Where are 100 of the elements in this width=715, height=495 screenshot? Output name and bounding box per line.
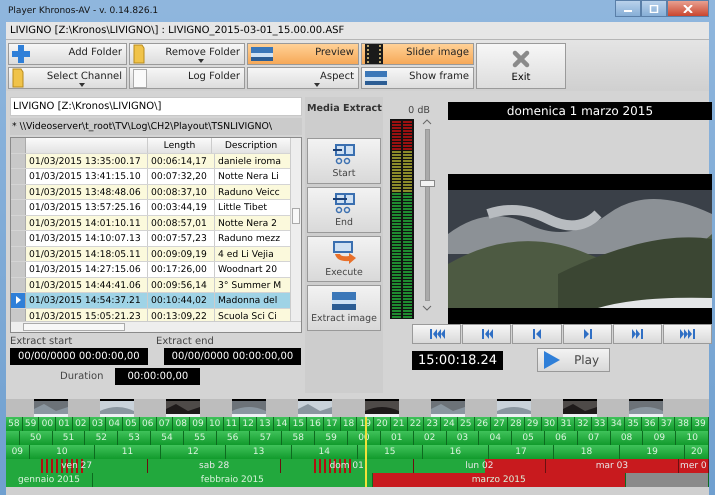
timeline-cell[interactable]: 22 <box>408 417 424 431</box>
timeline-cell[interactable]: 28 <box>508 417 525 431</box>
timeline-cell[interactable]: 54 <box>151 431 184 445</box>
table-row[interactable]: 01/03/2015 13:57:25.16 00:03:44,19 Little Tibet <box>11 200 290 216</box>
timeline-cell[interactable]: 52 <box>85 431 118 445</box>
timeline-cell[interactable]: 12 <box>240 417 258 431</box>
timeline-cell[interactable]: 17 <box>488 445 554 459</box>
timeline-cell[interactable]: 31 <box>558 417 575 431</box>
toolbar-button[interactable]: Show frame <box>361 67 474 89</box>
timeline-cell[interactable]: 58 <box>6 417 23 431</box>
timeline-cell[interactable]: 58 <box>282 431 316 445</box>
timeline-cell[interactable]: 03 <box>446 431 480 445</box>
timeline-cell[interactable]: 11 <box>224 417 240 431</box>
timeline-cell[interactable]: 10 <box>206 417 224 431</box>
timeline-cell[interactable]: 07 <box>156 417 174 431</box>
toolbar-button[interactable]: Remove Folder <box>129 43 245 65</box>
timeline-cell[interactable]: 15 <box>358 445 424 459</box>
timeline-cell[interactable]: 06 <box>544 431 578 445</box>
channel-field[interactable]: LIVIGNO [Z:\Kronos\LIVIGNO\] <box>10 97 302 116</box>
toolbar-button[interactable]: Aspect <box>247 67 359 89</box>
extract-button[interactable]: Execute <box>307 236 381 282</box>
timeline-cell[interactable]: 05 <box>512 431 545 445</box>
timeline-cell[interactable]: 09 <box>643 431 676 445</box>
timeline-cell[interactable]: 26 <box>474 417 492 431</box>
timeline-cell[interactable]: 59 <box>22 417 40 431</box>
timeline-cell[interactable]: 53 <box>118 431 152 445</box>
timeline-cell[interactable]: 16 <box>423 445 489 459</box>
timeline-cell[interactable]: gennaio 2015 <box>6 473 94 487</box>
timeline-cell[interactable]: 11 <box>95 445 161 459</box>
close-button[interactable] <box>667 0 709 17</box>
timeline-cell[interactable]: 18 <box>340 417 358 431</box>
timeline-cell[interactable]: 03 <box>90 417 106 431</box>
timeline-cell[interactable]: 13 <box>257 417 274 431</box>
timeline-cell[interactable]: 20 <box>685 445 709 459</box>
timeline-cell[interactable]: 32 <box>574 417 592 431</box>
transport-button[interactable] <box>612 324 662 344</box>
timeline-cell[interactable]: 25 <box>458 417 475 431</box>
timeline-cell[interactable]: 56 <box>216 431 250 445</box>
table-row[interactable]: 01/03/2015 14:54:37.21 00:10:44,02 Madonna del <box>11 293 290 308</box>
timeline-cell[interactable]: 51 <box>52 431 86 445</box>
timeline-cell[interactable]: 12 <box>160 445 226 459</box>
transport-button[interactable] <box>662 324 712 344</box>
table-row[interactable]: 01/03/2015 14:27:15.06 00:17:26,00 Woodnart 20 <box>11 262 290 278</box>
toolbar-button[interactable]: Preview <box>247 43 359 65</box>
timeline-cell[interactable]: 06 <box>140 417 157 431</box>
transport-button[interactable] <box>512 324 562 344</box>
timeline-cell[interactable]: 07 <box>578 431 611 445</box>
timeline-cell[interactable]: 09 <box>6 445 30 459</box>
timeline-cell[interactable]: 08 <box>610 431 644 445</box>
timeline-cell[interactable]: 27 <box>491 417 508 431</box>
timeline-cell[interactable]: 57 <box>250 431 282 445</box>
timeline-cell[interactable]: 23 <box>424 417 442 431</box>
toolbar-button[interactable]: Add Folder <box>8 43 127 65</box>
timeline-cell[interactable]: 08 <box>173 417 190 431</box>
extract-button[interactable]: Extract image <box>307 285 381 331</box>
timeline-cell[interactable]: 24 <box>441 417 458 431</box>
timeline-cell[interactable]: 30 <box>542 417 558 431</box>
timeline-cell[interactable]: 55 <box>184 431 217 445</box>
extract-button[interactable]: End <box>307 187 381 233</box>
timeline-cell[interactable]: 33 <box>592 417 608 431</box>
transport-button[interactable] <box>562 324 612 344</box>
timeline-cell[interactable]: 29 <box>524 417 542 431</box>
timeline-cell[interactable]: 01 <box>56 417 73 431</box>
timeline-cell[interactable]: 35 <box>625 417 642 431</box>
toolbar-button[interactable]: Slider image <box>361 43 474 65</box>
toolbar-button[interactable]: Select Channel <box>8 67 127 89</box>
table-row[interactable]: 01/03/2015 14:01:10.11 00:08:57,01 Notte Nera 2 <box>11 216 290 231</box>
timeline-cell[interactable]: 14 <box>292 445 358 459</box>
exit-button[interactable]: Exit <box>476 43 566 89</box>
timeline-cell[interactable]: marzo 2015 <box>372 473 626 487</box>
timeline-cell[interactable]: 36 <box>642 417 659 431</box>
timeline-cell[interactable]: 20 <box>374 417 391 431</box>
timeline-cell[interactable]: 50 <box>20 431 53 445</box>
table-row[interactable]: 01/03/2015 13:35:00.17 00:06:14,17 daniele iroma <box>11 154 290 169</box>
maximize-button[interactable] <box>641 0 667 17</box>
table-row[interactable]: 01/03/2015 15:05:21.23 00:13:09,22 Scuola Sci Ci <box>11 308 290 321</box>
timeline-cell[interactable]: 01 <box>380 431 414 445</box>
toolbar-button[interactable]: Log Folder <box>129 67 245 89</box>
timeline-cell[interactable]: 59 <box>315 431 348 445</box>
timeline-cell[interactable]: 19 <box>620 445 686 459</box>
transport-button[interactable] <box>412 324 462 344</box>
timeline-cell[interactable]: 17 <box>324 417 341 431</box>
table-row[interactable]: 01/03/2015 13:41:15.10 00:07:32,20 Notte Nera Li <box>11 169 290 184</box>
timeline-cell[interactable]: 02 <box>72 417 90 431</box>
timeline-cell[interactable]: 04 <box>479 431 512 445</box>
column-header[interactable]: Description <box>212 138 290 152</box>
vertical-scrollbar[interactable] <box>290 138 301 321</box>
timeline-cell[interactable]: 10 <box>676 431 709 445</box>
timeline-cell[interactable]: 21 <box>390 417 408 431</box>
timeline[interactable] <box>6 417 709 487</box>
timeline-cell[interactable]: 34 <box>608 417 626 431</box>
transport-button[interactable] <box>462 324 512 344</box>
timeline-cell[interactable]: 15 <box>290 417 308 431</box>
table-row[interactable]: 01/03/2015 14:10:07.13 00:07:57,23 Raduno mezz <box>11 231 290 246</box>
table-row[interactable]: 01/03/2015 14:44:41.06 00:09:56,14 3° Summer M <box>11 278 290 293</box>
timeline-cell[interactable]: 38 <box>675 417 692 431</box>
play-button[interactable]: Play <box>537 348 610 372</box>
timeline-cell[interactable]: 10 <box>30 445 96 459</box>
horizontal-scrollbar[interactable] <box>11 321 301 332</box>
timeline-cell[interactable]: 13 <box>226 445 292 459</box>
